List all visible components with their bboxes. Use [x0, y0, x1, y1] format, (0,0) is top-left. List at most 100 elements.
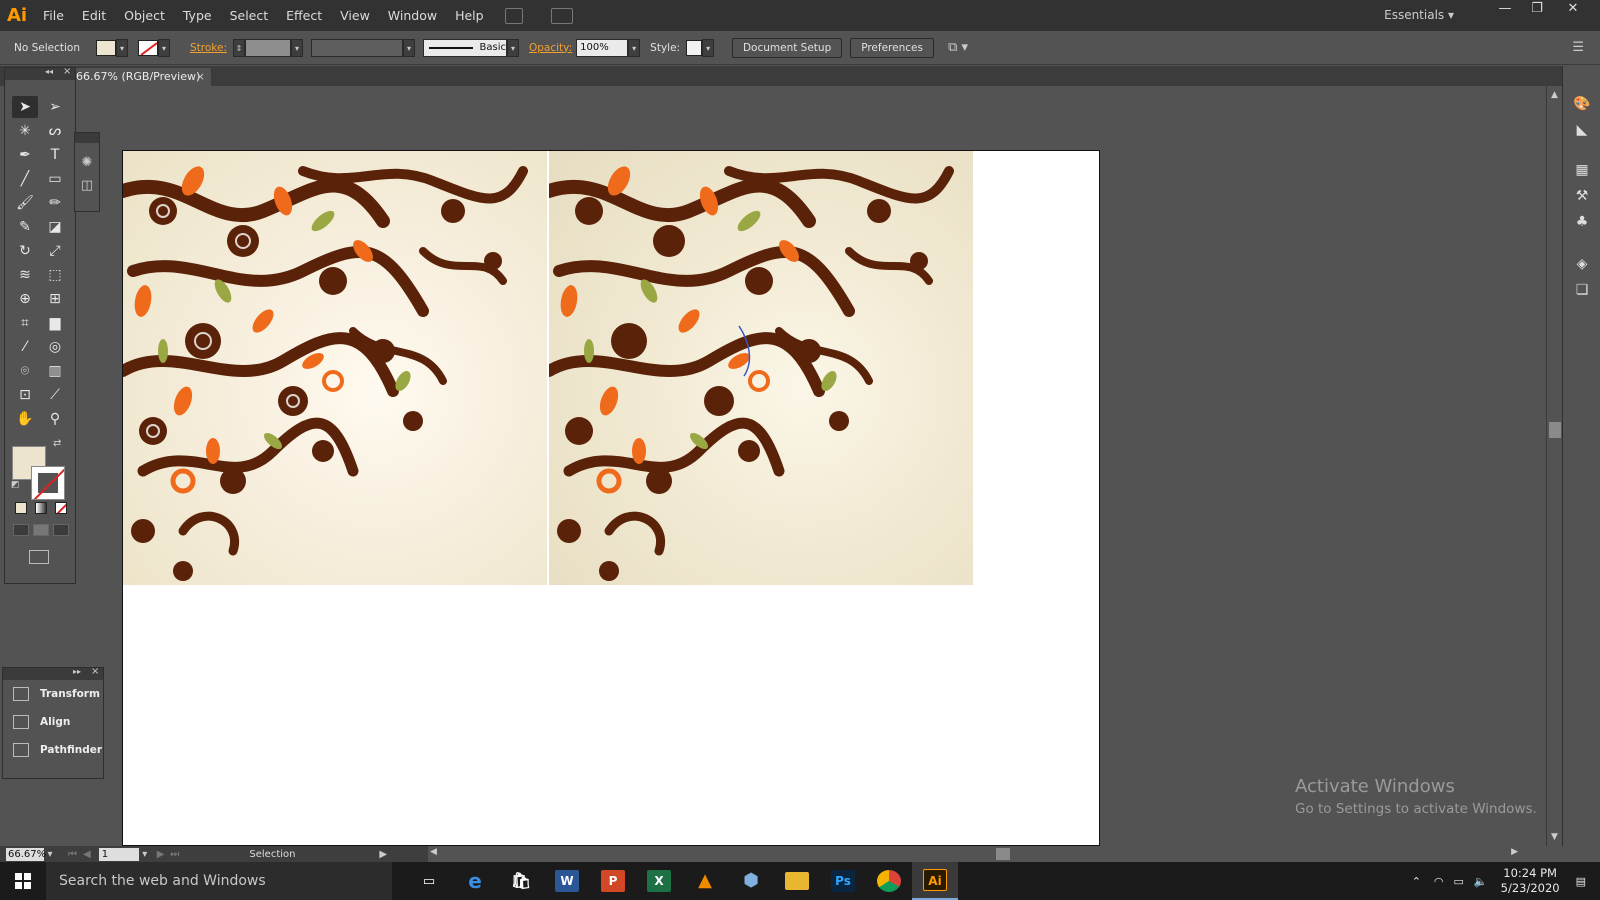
line-tool-icon[interactable]: ╱ — [12, 168, 38, 190]
arrange-documents-icon[interactable] — [550, 7, 573, 24]
mesh-tool-icon[interactable]: ⌗ — [12, 312, 38, 334]
slice-tool-icon[interactable]: ⟋ — [42, 384, 68, 406]
swap-colors-icon[interactable]: ⇄ — [53, 438, 61, 449]
variable-width-profile[interactable] — [311, 38, 403, 57]
artboards-icon[interactable]: ❏ — [1572, 282, 1592, 300]
menu-view[interactable]: View — [331, 0, 379, 31]
stroke-color-box[interactable] — [31, 466, 65, 500]
direct-selection-tool-icon[interactable]: ➢ — [42, 96, 68, 118]
document-tab[interactable]: 66.67% (RGB/Preview) × — [72, 68, 212, 86]
word-icon[interactable]: W — [544, 862, 590, 900]
last-artboard-icon[interactable]: ⏭ — [170, 849, 179, 860]
layers-icon[interactable]: ◈ — [1572, 256, 1592, 274]
illustrator-taskbar-icon[interactable]: Ai — [912, 862, 958, 900]
gradient-panel-icon[interactable]: ◣ — [1572, 122, 1592, 140]
lasso-icon[interactable]: ᔕ — [42, 120, 68, 142]
menu-object[interactable]: Object — [115, 0, 174, 31]
excel-icon[interactable]: X — [636, 862, 682, 900]
swirl-artwork-right[interactable] — [549, 151, 973, 585]
first-artboard-icon[interactable]: ⏮ — [68, 849, 77, 860]
eraser-icon[interactable]: ◪ — [42, 216, 68, 238]
brushes-icon[interactable]: ⚒ — [1572, 188, 1592, 206]
zoom-tool-icon[interactable]: ⚲ — [42, 408, 68, 430]
free-transform-icon[interactable]: ⬚ — [42, 264, 68, 286]
status-menu-icon[interactable]: ▶ — [379, 849, 387, 860]
artboard-number-field[interactable]: 1 — [98, 847, 139, 861]
menu-help[interactable]: Help — [446, 0, 493, 31]
hand-tool-icon[interactable]: ✋ — [12, 408, 38, 430]
opacity-field[interactable]: 100% — [576, 38, 629, 57]
horizontal-scrollbar[interactable]: ◀ ▶ — [428, 846, 1546, 862]
file-explorer-icon[interactable] — [774, 862, 820, 900]
selection-tool-icon[interactable]: ➤ — [12, 96, 38, 118]
default-colors-icon[interactable]: ◩ — [11, 480, 20, 490]
stroke-label[interactable]: Stroke: — [190, 42, 227, 54]
stroke-dropdown[interactable]: ▾ — [158, 38, 170, 57]
perspective-grid-icon[interactable]: ⊞ — [42, 288, 68, 310]
menu-select[interactable]: Select — [221, 0, 278, 31]
symbol-sprayer-icon[interactable]: ⌾ — [12, 360, 38, 382]
store-icon[interactable]: 🛍 — [498, 862, 544, 900]
draw-behind-icon[interactable] — [33, 524, 49, 536]
powerpoint-icon[interactable]: P — [590, 862, 636, 900]
pencil-icon[interactable]: ✏ — [42, 192, 68, 214]
scroll-down-icon[interactable]: ▼ — [1547, 832, 1562, 842]
task-view-icon[interactable]: ▭ — [406, 862, 452, 900]
close-window-button[interactable]: ✕ — [1558, 0, 1588, 20]
panels-header[interactable]: ▸▸ × — [3, 666, 103, 680]
zoom-dropdown[interactable]: ▾ — [44, 849, 56, 860]
paintbrush-icon[interactable]: 🖌 — [12, 192, 38, 214]
workspace-switcher[interactable]: Essentials ▾ — [1384, 0, 1454, 30]
pen-tool-icon[interactable]: ✒ — [12, 144, 38, 166]
stroke-weight-field[interactable] — [245, 38, 291, 57]
opacity-label[interactable]: Opacity: — [529, 42, 572, 54]
profile-dropdown[interactable]: ▾ — [403, 38, 415, 57]
color-guide-icon[interactable]: 🎨 — [1572, 96, 1592, 114]
artboard-dropdown[interactable]: ▾ — [139, 849, 151, 860]
taskbar-search[interactable]: Search the web and Windows — [46, 862, 392, 900]
battery-icon[interactable]: ▭ — [1449, 875, 1469, 888]
style-swatch[interactable] — [686, 39, 703, 56]
collapse-panel-icon[interactable]: ◂◂ — [45, 67, 53, 76]
fill-swatch[interactable] — [96, 39, 116, 56]
horizontal-scroll-thumb[interactable] — [996, 848, 1010, 860]
rotate-tool-icon[interactable]: ↻ — [12, 240, 38, 262]
column-graph-icon[interactable]: ▥ — [42, 360, 68, 382]
shape-builder-icon[interactable]: ⊕ — [12, 288, 38, 310]
menu-edit[interactable]: Edit — [73, 0, 115, 31]
action-center-icon[interactable]: ▤ — [1572, 875, 1600, 888]
wifi-icon[interactable]: ◠ — [1429, 875, 1449, 888]
arrange-icon[interactable]: ⧉ ▾ — [948, 40, 968, 55]
rectangle-tool-icon[interactable]: ▭ — [42, 168, 68, 190]
next-artboard-icon[interactable]: ▶ — [157, 849, 165, 860]
eyedropper-icon[interactable]: ⁄ — [12, 336, 38, 358]
zoom-field[interactable]: 66.67% — [6, 847, 46, 861]
show-hidden-icons[interactable]: ⌃ — [1404, 875, 1429, 888]
menu-type[interactable]: Type — [174, 0, 221, 31]
align-panel-button[interactable]: Align — [3, 708, 103, 736]
blend-tool-icon[interactable]: ◎ — [42, 336, 68, 358]
brush-dropdown[interactable]: ▾ — [507, 38, 519, 57]
clock[interactable]: 10:24 PM 5/23/2020 — [1493, 866, 1572, 896]
tools-panel-header[interactable]: ◂◂ × — [5, 66, 75, 80]
scroll-up-icon[interactable]: ▲ — [1547, 90, 1562, 100]
scale-tool-icon[interactable]: ⤢ — [42, 240, 68, 262]
preferences-button[interactable]: Preferences — [850, 37, 935, 58]
screen-mode-icon[interactable] — [29, 550, 49, 564]
opacity-dropdown[interactable]: ▾ — [628, 38, 641, 57]
panel-menu-icon[interactable]: ☰ — [1572, 40, 1584, 55]
fill-dropdown[interactable]: ▾ — [116, 38, 128, 57]
warp-tool-icon[interactable]: ≋ — [12, 264, 38, 286]
volume-icon[interactable]: 🔈 — [1469, 875, 1493, 888]
swirl-artwork-left[interactable] — [123, 151, 547, 585]
pathfinder-panel-button[interactable]: Pathfinder — [3, 736, 103, 764]
gradient-tool-icon[interactable]: ▆ — [42, 312, 68, 334]
scroll-left-icon[interactable]: ◀ — [430, 847, 437, 857]
chrome-icon[interactable] — [866, 862, 912, 900]
draw-normal-icon[interactable] — [13, 524, 29, 536]
flare-tool-icon[interactable]: ✺ — [75, 155, 99, 170]
start-button[interactable] — [0, 862, 46, 900]
close-tab-icon[interactable]: × — [196, 68, 205, 86]
symbols-icon[interactable]: ♣ — [1572, 214, 1592, 232]
vlc-icon[interactable]: ▲ — [682, 862, 728, 900]
